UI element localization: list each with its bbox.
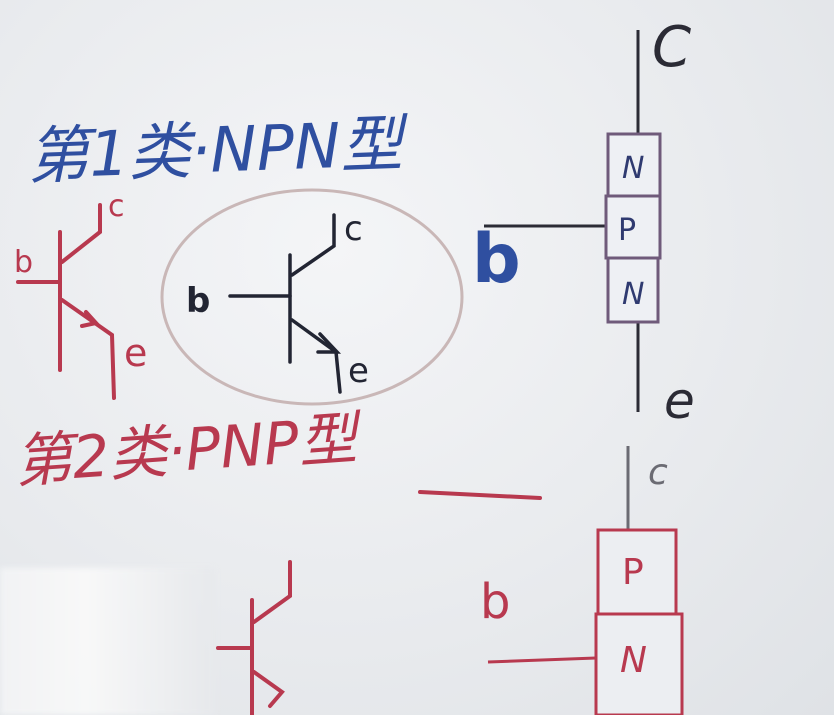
npn-small-label-b: b bbox=[14, 245, 33, 280]
pnp-symbol-partial bbox=[216, 560, 292, 715]
layer-n-top-label: N bbox=[622, 151, 644, 186]
pnp-underline bbox=[418, 490, 542, 500]
collector-lead bbox=[252, 560, 292, 624]
npn-small-label-e: e bbox=[124, 331, 147, 375]
npn-circled-label-b: b bbox=[186, 281, 210, 321]
layer-n-bottom-label: N bbox=[622, 277, 644, 312]
npn-structure-label-b: b bbox=[472, 220, 521, 299]
pnp-structure-label-c: c bbox=[648, 452, 668, 493]
layer-p-label: P bbox=[618, 213, 636, 248]
whiteboard-drawing: 第1类·NPN型 b c e b c e N P N C b e 第2类·PNP… bbox=[12, 15, 695, 715]
npn-symbol-small bbox=[16, 203, 116, 400]
pnp-structure-label-b: b bbox=[480, 574, 510, 630]
emitter-arrow bbox=[252, 670, 285, 708]
npn-structure-label-c: C bbox=[652, 15, 691, 80]
npn-circled-label-e: e bbox=[348, 351, 369, 391]
pnp-heading: 第2类·PNP型 bbox=[12, 404, 542, 500]
pnp-base-wire bbox=[487, 656, 597, 664]
npn-symbol-circled bbox=[228, 213, 342, 394]
emitter-lead bbox=[290, 318, 342, 394]
pnp-layer-p-label: P bbox=[622, 552, 644, 593]
collector-lead bbox=[60, 203, 102, 264]
collector-lead bbox=[290, 213, 336, 277]
npn-heading: 第1类·NPN型 bbox=[26, 107, 411, 193]
npn-circled-label-c: c bbox=[344, 209, 363, 249]
npn-title: 第1类·NPN型 bbox=[26, 107, 411, 193]
npn-structure-label-e: e bbox=[664, 372, 695, 430]
pnp-title: 第2类·PNP型 bbox=[12, 404, 365, 496]
pnp-layer-n-label: N bbox=[620, 640, 647, 681]
npn-small-label-c: c bbox=[108, 189, 125, 224]
